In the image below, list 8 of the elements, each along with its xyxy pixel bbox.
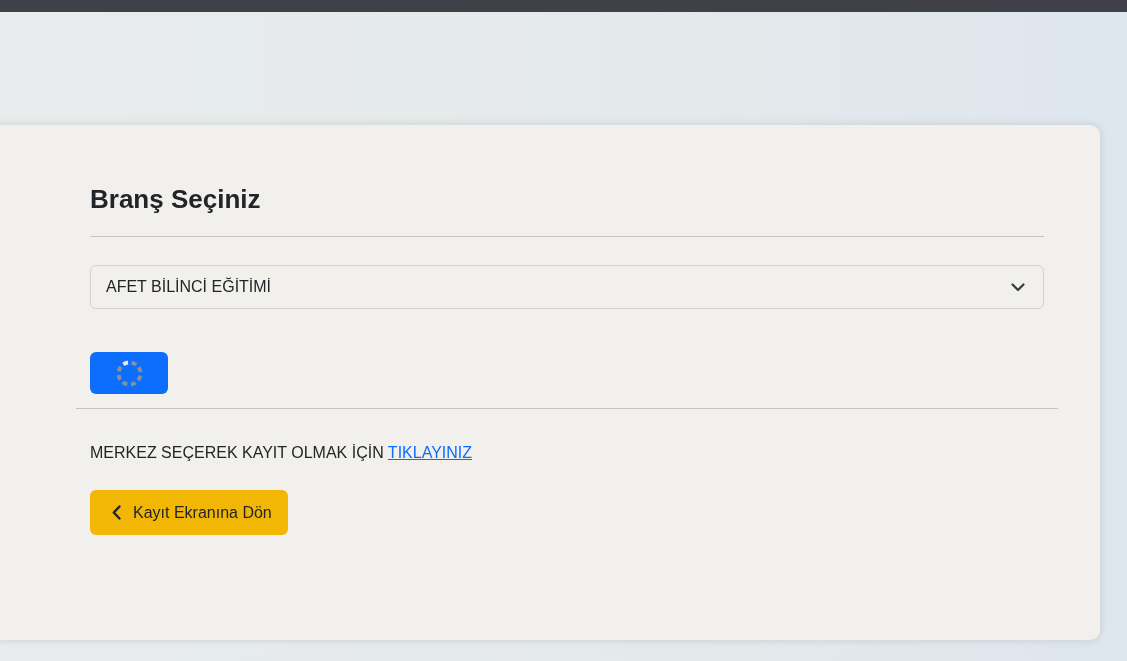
chevron-down-icon [1011, 282, 1025, 292]
register-link[interactable]: TIKLAYINIZ [387, 444, 473, 461]
branch-select[interactable]: AFET BİLİNCİ EĞİTİMİ [90, 265, 1044, 309]
section-heading: Branş Seçiniz [90, 183, 261, 215]
register-prompt: MERKEZ SEÇEREK KAYIT OLMAK İÇİN TIKLAYINIZ [90, 443, 473, 463]
submit-button[interactable] [90, 352, 168, 394]
chevron-left-icon [112, 505, 121, 520]
back-button[interactable]: Kayıt Ekranına Dön [90, 490, 288, 535]
